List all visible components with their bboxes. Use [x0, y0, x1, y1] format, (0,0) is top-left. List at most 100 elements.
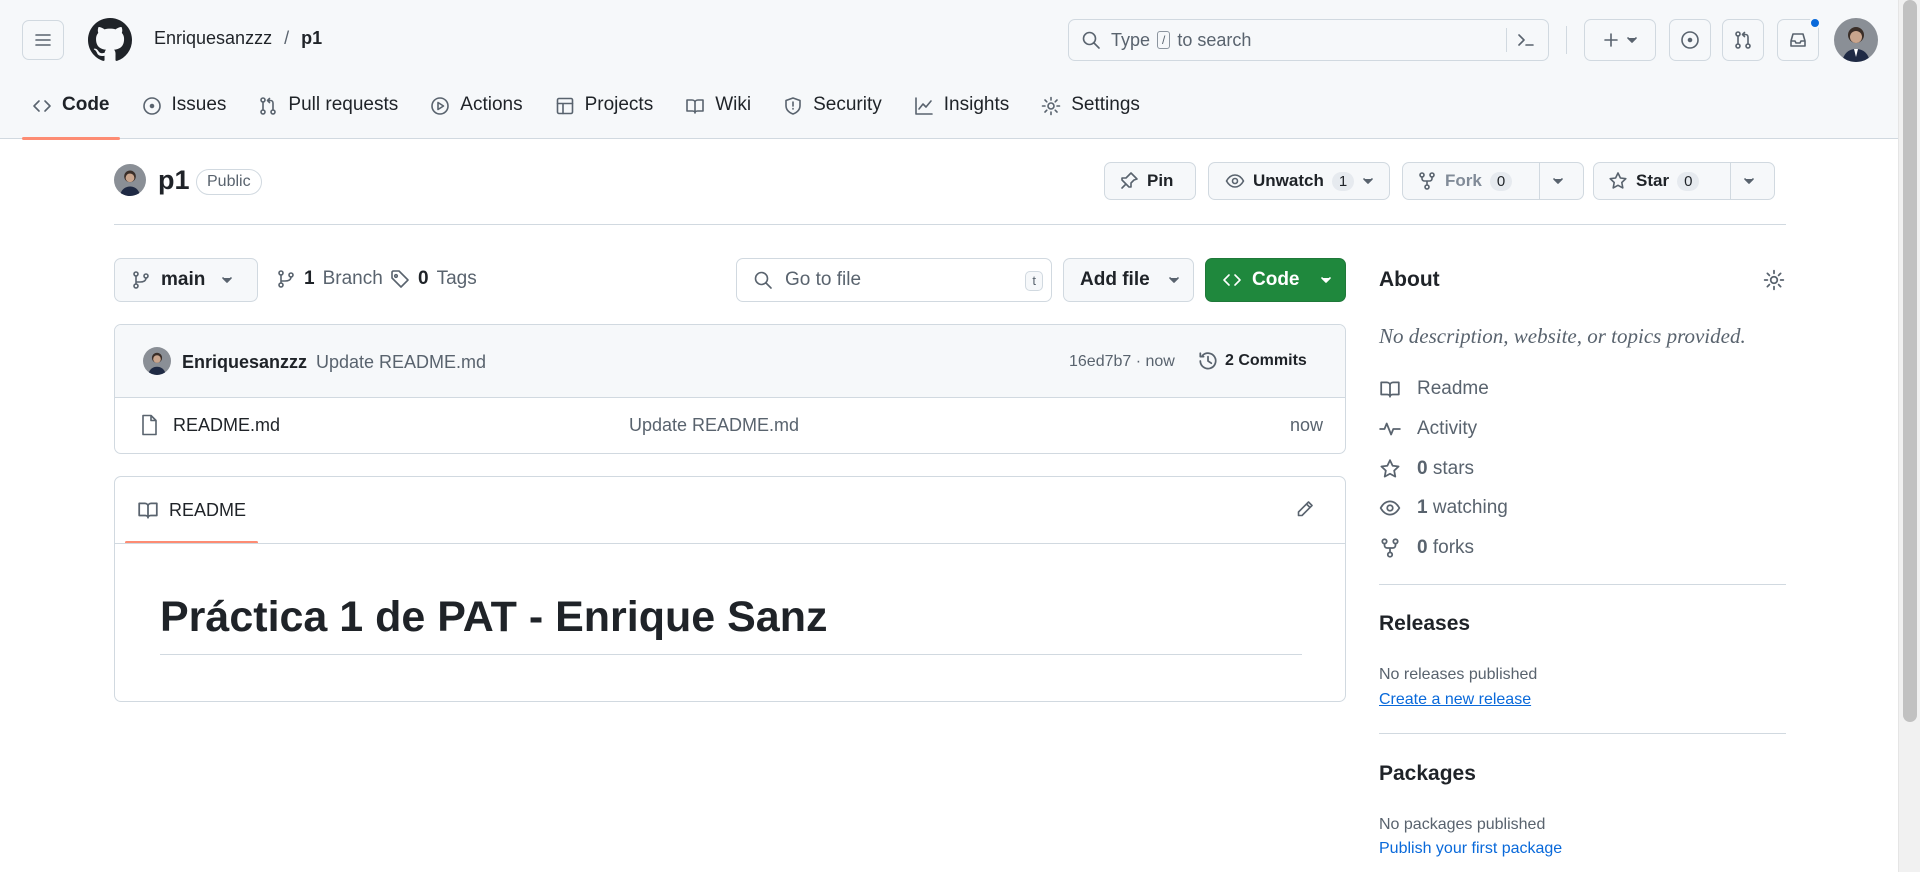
book-icon	[137, 499, 159, 521]
tab-actions-label: Actions	[460, 94, 523, 115]
file-row[interactable]: README.md Update README.md now	[115, 398, 1345, 453]
tab-settings[interactable]: Settings	[1031, 86, 1150, 139]
menu-button[interactable]	[22, 20, 64, 60]
search-placeholder-prefix: Type	[1111, 29, 1151, 50]
pin-button[interactable]: Pin	[1104, 162, 1196, 200]
create-release-link[interactable]: Create a new release	[1379, 691, 1531, 709]
publish-package-link[interactable]: Publish your first package	[1379, 840, 1562, 858]
fork-icon	[1379, 537, 1403, 559]
watch-button[interactable]: Unwatch 1	[1208, 162, 1390, 200]
branch-selector[interactable]: main	[114, 258, 258, 302]
repo-name[interactable]: p1	[158, 165, 190, 196]
tab-code-label: Code	[62, 94, 110, 115]
tab-wiki-label: Wiki	[715, 94, 752, 115]
breadcrumb-owner-link[interactable]: Enriquesanzzz	[154, 28, 272, 49]
search-divider	[1506, 28, 1507, 52]
fork-button[interactable]: Fork 0	[1402, 162, 1584, 200]
command-palette-icon[interactable]	[1516, 30, 1536, 50]
watching-link[interactable]: 1 watching	[1379, 497, 1508, 519]
search-icon	[1081, 30, 1101, 50]
code-icon	[32, 96, 52, 116]
star-button[interactable]: Star 0	[1593, 162, 1775, 200]
pull-request-icon	[1733, 30, 1753, 50]
readme-link[interactable]: Readme	[1379, 378, 1489, 400]
tab-security-label: Security	[813, 94, 882, 115]
sidebar-divider	[1379, 733, 1786, 734]
star-dropdown[interactable]	[1730, 163, 1767, 199]
code-dropdown-button[interactable]: Code	[1205, 258, 1346, 302]
tab-actions[interactable]: Actions	[420, 86, 532, 139]
breadcrumb: Enriquesanzzz / p1	[154, 28, 322, 49]
readme-link-label: Readme	[1417, 378, 1489, 399]
branches-label: Branch	[322, 268, 383, 289]
readme-tab-label: README	[169, 499, 247, 520]
tab-code[interactable]: Code	[22, 86, 120, 140]
star-counter: 0	[1677, 171, 1700, 191]
user-avatar[interactable]	[1834, 18, 1878, 62]
commit-hash-time[interactable]: 16ed7b7 · now	[1069, 353, 1175, 371]
releases-title[interactable]: Releases	[1379, 612, 1786, 636]
tab-wiki[interactable]: Wiki	[675, 86, 761, 139]
issue-icon	[142, 96, 162, 116]
global-search-input[interactable]: Type / to search	[1068, 19, 1549, 61]
tab-settings-label: Settings	[1071, 94, 1140, 115]
readme-heading: Práctica 1 de PAT - Enrique Sanz	[160, 593, 1302, 655]
repo-nav-tabs: Code Issues Pull requests Actions Projec…	[22, 86, 1162, 140]
inbox-icon	[1788, 30, 1808, 50]
issues-button[interactable]	[1669, 19, 1711, 61]
history-icon	[1197, 350, 1219, 372]
about-description: No description, website, or topics provi…	[1379, 324, 1746, 348]
watching-label: watching	[1432, 497, 1508, 518]
page-scrollbar[interactable]	[1898, 0, 1920, 872]
branch-icon	[131, 270, 151, 290]
stars-count: 0	[1417, 458, 1428, 479]
packages-title[interactable]: Packages	[1379, 762, 1786, 786]
tab-insights[interactable]: Insights	[904, 86, 1019, 139]
pin-icon	[1119, 171, 1139, 191]
stars-link[interactable]: 0 stars	[1379, 458, 1474, 480]
file-commit-message[interactable]: Update README.md	[629, 415, 799, 436]
repo-title-bar: p1 Public Pin Unwatch 1 Fork 0 Star 0	[114, 162, 1786, 225]
breadcrumb-separator: /	[284, 28, 290, 48]
packages-empty-text: No packages published	[1379, 816, 1546, 833]
edit-readme-button[interactable]	[1295, 499, 1315, 519]
fork-dropdown[interactable]	[1539, 163, 1576, 199]
tab-pull-requests[interactable]: Pull requests	[248, 86, 408, 139]
inbox-button[interactable]	[1777, 17, 1821, 61]
search-placeholder-suffix: to search	[1177, 29, 1252, 50]
go-to-file-input[interactable]: Go to file t	[736, 258, 1052, 302]
branches-link[interactable]: 1 Branch	[276, 268, 383, 290]
owner-avatar[interactable]	[114, 164, 146, 196]
forks-label: forks	[1432, 537, 1475, 558]
issue-icon	[1680, 30, 1700, 50]
file-icon	[139, 414, 159, 436]
add-file-button[interactable]: Add file	[1063, 258, 1194, 302]
commit-message[interactable]: Update README.md	[316, 352, 486, 373]
caret-down-icon	[1320, 274, 1332, 286]
tab-security[interactable]: Security	[773, 86, 892, 139]
scrollbar-thumb[interactable]	[1903, 0, 1917, 722]
shield-icon	[783, 96, 803, 116]
edit-about-button[interactable]	[1763, 269, 1785, 291]
commit-author[interactable]: Enriquesanzzz	[182, 352, 307, 373]
breadcrumb-repo-link[interactable]: p1	[301, 28, 322, 49]
tab-projects[interactable]: Projects	[545, 86, 664, 139]
activity-link[interactable]: Activity	[1379, 418, 1477, 440]
forks-link[interactable]: 0 forks	[1379, 537, 1474, 559]
commits-history-link[interactable]: 2 Commits	[1197, 350, 1307, 372]
hamburger-icon	[33, 30, 53, 50]
caret-down-icon	[1168, 274, 1180, 286]
create-new-button[interactable]	[1584, 19, 1656, 61]
fork-counter: 0	[1489, 171, 1513, 191]
commit-author-avatar[interactable]	[143, 347, 171, 375]
caret-down-icon	[1743, 175, 1755, 187]
file-name[interactable]: README.md	[173, 415, 280, 436]
tags-link[interactable]: 0 Tags	[390, 268, 477, 290]
readme-tab[interactable]: README	[125, 477, 259, 544]
pull-requests-button[interactable]	[1722, 19, 1764, 61]
add-file-label: Add file	[1080, 269, 1150, 290]
pull-request-icon	[258, 96, 278, 116]
github-logo-icon[interactable]	[88, 18, 132, 62]
tab-issues[interactable]: Issues	[132, 86, 237, 139]
tags-count: 0	[418, 268, 429, 289]
